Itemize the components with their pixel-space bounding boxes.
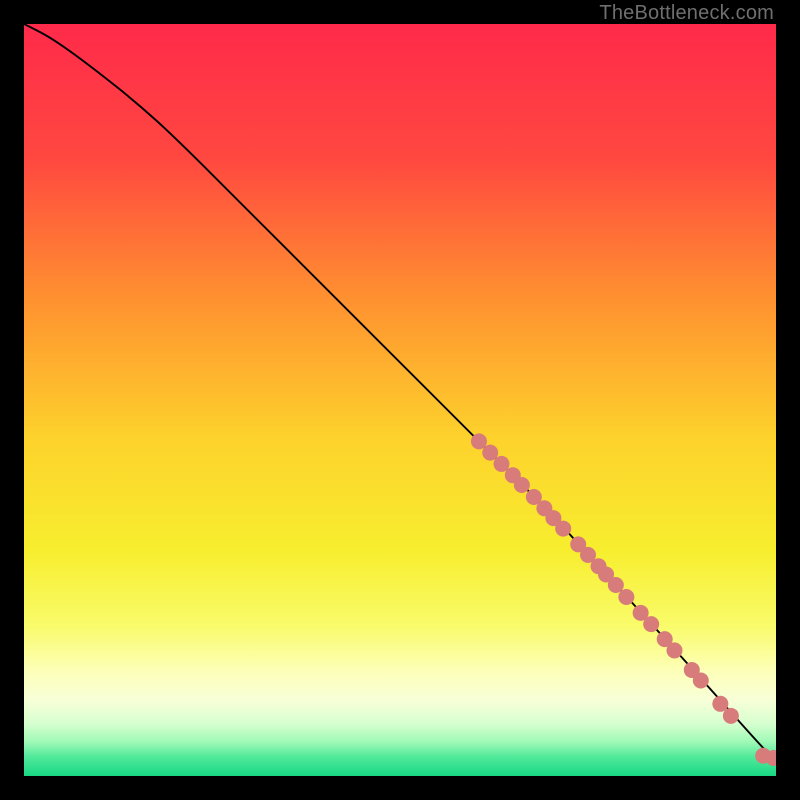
chart-point (666, 642, 682, 658)
chart-point (608, 577, 624, 593)
chart-curve (24, 24, 776, 761)
chart-point (555, 521, 571, 537)
chart-point (618, 589, 634, 605)
chart-point (482, 445, 498, 461)
chart-plot-area (24, 24, 776, 776)
chart-point (643, 616, 659, 632)
chart-point (471, 433, 487, 449)
chart-point (712, 696, 728, 712)
chart-point (693, 672, 709, 688)
chart-point (494, 456, 510, 472)
chart-overlay (24, 24, 776, 776)
chart-point (514, 477, 530, 493)
watermark-text: TheBottleneck.com (599, 2, 774, 25)
chart-points (471, 433, 776, 766)
chart-point (723, 708, 739, 724)
